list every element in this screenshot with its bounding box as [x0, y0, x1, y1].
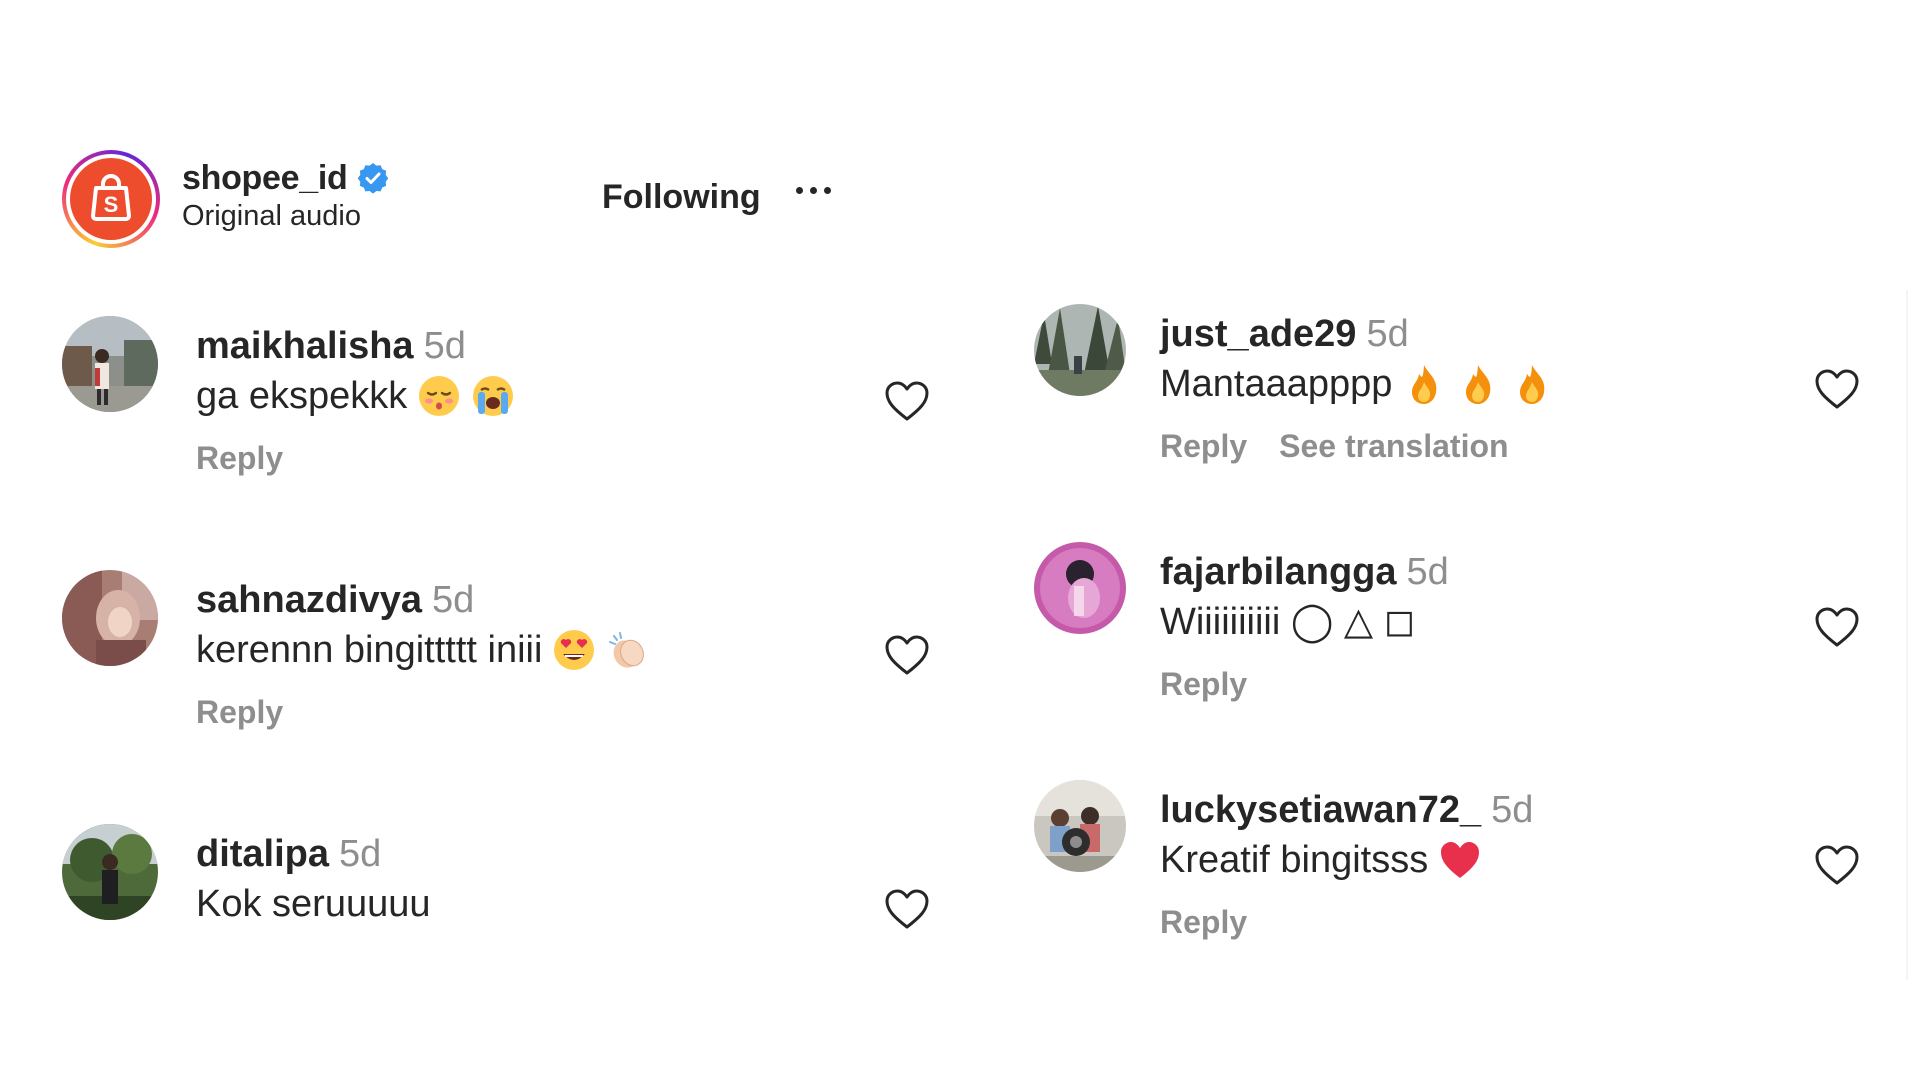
heart-icon[interactable] [1814, 844, 1860, 886]
heart-eyes-emoji [552, 628, 596, 672]
account-username[interactable]: shopee_id [182, 159, 348, 198]
comment-text: Wiiiiiiiiii ◯ △ ◻ [1160, 601, 1416, 643]
comment-item: fajarbilangga 5d Wiiiiiiiiii ◯ △ ◻ Reply [1034, 542, 1920, 742]
svg-text:S: S [104, 192, 119, 217]
relieved-pout-emoji [417, 374, 461, 418]
comment-text: kerennn bingittttt iniii [196, 629, 543, 671]
following-button[interactable]: Following [602, 178, 761, 217]
avatar[interactable] [62, 570, 158, 666]
heart-icon[interactable] [884, 888, 930, 930]
avatar[interactable] [62, 824, 158, 920]
comment-username[interactable]: luckysetiawan72_ [1160, 789, 1481, 831]
comment-actions: Reply [1160, 904, 1533, 941]
comment-actions: Reply [196, 440, 515, 477]
shopee-avatar: S [70, 158, 152, 240]
comment-item: luckysetiawan72_ 5d Kreatif bingitsss Rep… [1034, 780, 1920, 980]
comment-username[interactable]: ditalipa [196, 833, 329, 875]
comment-time: 5d [1366, 313, 1409, 355]
comment-username[interactable]: fajarbilangga [1160, 551, 1397, 593]
comment-actions: Reply [196, 694, 650, 731]
fire-emoji [1402, 362, 1446, 406]
comment-item: ditalipa 5d Kok seruuuuu [62, 824, 962, 1024]
reel-header: S shopee_id Original audio Following [62, 150, 842, 250]
comment-time: 5d [1406, 551, 1449, 593]
heart-icon[interactable] [884, 380, 930, 422]
comment-text: Mantaaapppp [1160, 363, 1393, 405]
comment-text: Kok seruuuuu [196, 883, 431, 925]
comment-username[interactable]: sahnazdivya [196, 579, 422, 621]
comment-time: 5d [423, 325, 466, 367]
avatar[interactable] [62, 316, 158, 412]
comment-time: 5d [339, 833, 382, 875]
more-options-icon[interactable] [786, 170, 840, 210]
fire-emoji [1456, 362, 1500, 406]
reply-button[interactable]: Reply [196, 694, 283, 731]
reply-button[interactable]: Reply [1160, 428, 1247, 465]
see-translation-button[interactable]: See translation [1279, 428, 1508, 465]
red-heart-emoji [1438, 838, 1482, 882]
comment-item: sahnazdivya5d kerennn bingittttt iniii [62, 570, 962, 770]
avatar[interactable] [1034, 304, 1126, 396]
panel-edge [1906, 290, 1908, 980]
comment-time: 5d [1491, 789, 1534, 831]
avatar[interactable] [1034, 780, 1126, 872]
story-ring[interactable]: S [62, 150, 160, 248]
reply-button[interactable]: Reply [1160, 904, 1247, 941]
loudly-crying-emoji [471, 374, 515, 418]
audio-label[interactable]: Original audio [182, 200, 389, 233]
avatar[interactable] [1034, 542, 1126, 634]
fire-emoji [1510, 362, 1554, 406]
heart-icon[interactable] [1814, 606, 1860, 648]
heart-icon[interactable] [884, 634, 930, 676]
comment-username[interactable]: maikhalisha [196, 325, 414, 367]
shopee-bag-icon: S [91, 174, 131, 221]
comment-text: Kreatif bingitsss [1160, 839, 1429, 881]
header-meta: shopee_id Original audio [182, 156, 389, 233]
reply-button[interactable]: Reply [196, 440, 283, 477]
comment-username[interactable]: just_ade29 [1160, 313, 1356, 355]
comment-item: maikhalisha 5d ga ekspekkk Reply [62, 316, 962, 516]
comment-item: just_ade29 5d Mantaaapppp Reply See tran… [1034, 304, 1920, 504]
verified-badge-icon [357, 162, 389, 194]
comment-text: ga ekspekkk [196, 375, 408, 417]
comment-actions: Reply [1160, 666, 1449, 703]
heart-icon[interactable] [1814, 368, 1860, 410]
comment-actions: Reply See translation [1160, 428, 1554, 465]
comment-time: 5d [432, 579, 475, 621]
clapping-hands-emoji [606, 628, 650, 672]
reply-button[interactable]: Reply [1160, 666, 1247, 703]
